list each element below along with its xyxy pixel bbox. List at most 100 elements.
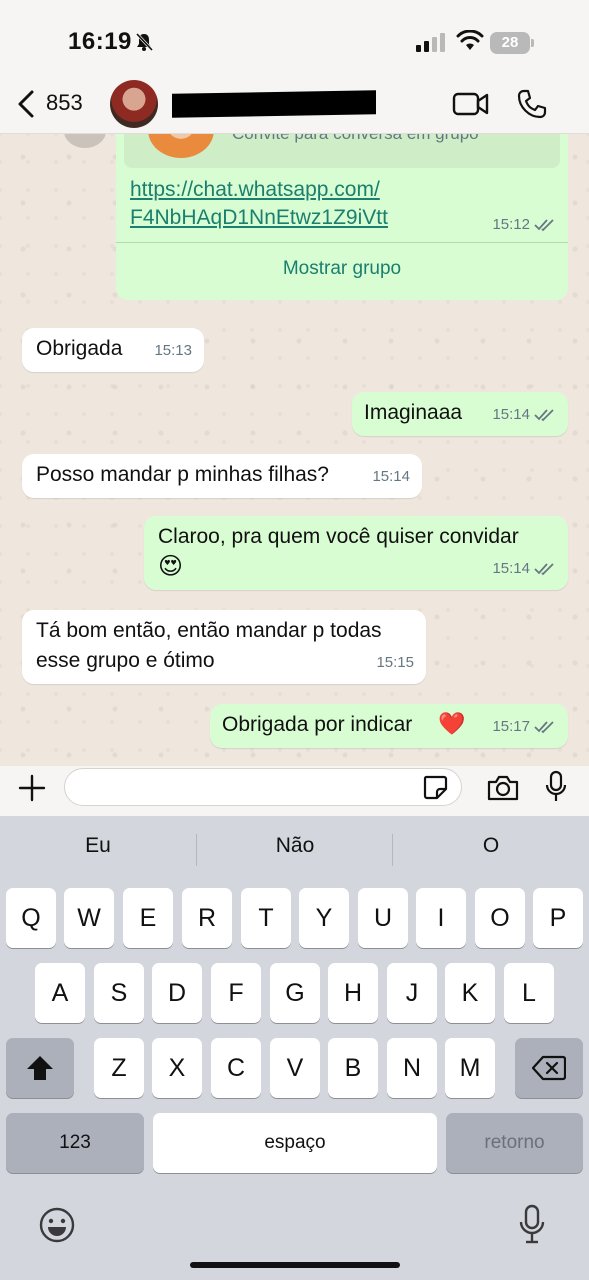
key-e[interactable]: E <box>123 888 173 948</box>
double-check-icon <box>534 409 554 422</box>
group-invite-card[interactable]: Convite para conversa em grupo https://c… <box>116 134 568 300</box>
group-invite-preview[interactable]: Convite para conversa em grupo <box>124 134 560 168</box>
camera-icon[interactable] <box>486 774 520 802</box>
key-i[interactable]: I <box>416 888 466 948</box>
key-v[interactable]: V <box>270 1038 320 1098</box>
double-check-icon <box>534 218 554 231</box>
key-d[interactable]: D <box>152 963 202 1023</box>
heart-eyes-emoji: 😍 <box>158 553 184 580</box>
keyboard: Eu Não O Q W E R T Y U I O P A S D F G H… <box>0 816 589 1280</box>
message-meta: 15:12 <box>492 216 556 233</box>
key-g[interactable]: G <box>270 963 320 1023</box>
shift-key[interactable] <box>6 1038 74 1098</box>
message-text: Obrigada por indicar <box>222 713 413 736</box>
redacted-contact-name[interactable] <box>172 90 376 118</box>
message-time: 15:12 <box>492 216 530 233</box>
link-line-1: https://chat.whatsapp.com/ <box>130 178 380 201</box>
chat-area[interactable]: Convite para conversa em grupo https://c… <box>0 134 589 766</box>
suggestion-3[interactable]: O <box>393 834 589 858</box>
key-f[interactable]: F <box>211 963 261 1023</box>
message-time: 15:14 <box>372 468 410 485</box>
plus-icon[interactable] <box>18 774 46 802</box>
phone-call-icon[interactable] <box>516 88 548 120</box>
message-time: 15:17 <box>492 718 530 735</box>
message-text-line-2: esse grupo e ótimo <box>36 649 215 672</box>
backspace-icon <box>531 1055 567 1081</box>
message-bubble-outgoing[interactable]: Imaginaaa 15:14 <box>352 392 568 436</box>
message-text: Posso mandar p minhas filhas? <box>36 463 329 486</box>
message-meta: 15:17 <box>492 712 556 742</box>
message-meta: 15:13 <box>154 336 192 366</box>
message-meta: 15:14 <box>492 400 556 430</box>
space-key[interactable]: espaço <box>153 1113 437 1173</box>
key-h[interactable]: H <box>328 963 378 1023</box>
unread-count[interactable]: 853 <box>46 90 83 116</box>
group-thumbnail <box>148 134 214 158</box>
sticker-icon[interactable] <box>422 774 448 800</box>
suggestion-1[interactable]: Eu <box>0 834 196 858</box>
message-text: Obrigada <box>36 337 123 360</box>
message-meta: 15:14 <box>372 462 410 492</box>
double-check-icon <box>534 563 554 576</box>
message-time: 15:14 <box>492 406 530 423</box>
emoji-icon[interactable] <box>38 1206 76 1244</box>
back-chevron-icon[interactable] <box>14 88 38 120</box>
heart-emoji: ❤️ <box>438 711 466 736</box>
key-m[interactable]: M <box>445 1038 495 1098</box>
key-u[interactable]: U <box>358 888 408 948</box>
message-bubble-outgoing[interactable]: Claroo, pra quem você quiser convidar 😍 … <box>144 516 568 590</box>
key-p[interactable]: P <box>533 888 583 948</box>
message-time: 15:14 <box>492 560 530 577</box>
key-c[interactable]: C <box>211 1038 261 1098</box>
status-time: 16:19 <box>68 28 132 55</box>
message-bubble-incoming[interactable]: Tá bom então, então mandar p todas esse … <box>22 610 426 684</box>
show-group-button[interactable]: Mostrar grupo <box>116 258 568 280</box>
microphone-icon[interactable] <box>544 770 568 804</box>
return-key[interactable]: retorno <box>446 1113 583 1173</box>
backspace-key[interactable] <box>515 1038 583 1098</box>
message-input[interactable] <box>64 768 462 806</box>
card-divider <box>116 242 568 243</box>
message-input-bar <box>0 766 589 816</box>
key-b[interactable]: B <box>328 1038 378 1098</box>
message-meta: 15:14 <box>492 554 556 584</box>
message-time: 15:13 <box>154 342 192 359</box>
key-w[interactable]: W <box>64 888 114 948</box>
suggestion-2[interactable]: Não <box>197 834 393 858</box>
message-bubble-outgoing[interactable]: Obrigada por indicar ❤️ 15:17 <box>210 704 568 748</box>
key-y[interactable]: Y <box>299 888 349 948</box>
key-z[interactable]: Z <box>94 1038 144 1098</box>
double-check-icon <box>534 721 554 734</box>
numbers-key[interactable]: 123 <box>6 1113 144 1173</box>
message-meta: 15:15 <box>376 648 414 678</box>
status-bar: 16:19 28 <box>0 0 589 72</box>
message-text-line-1: Tá bom então, então mandar p todas <box>36 619 382 642</box>
home-indicator[interactable] <box>190 1262 400 1268</box>
key-q[interactable]: Q <box>6 888 56 948</box>
message-bubble-incoming[interactable]: Obrigada 15:13 <box>22 328 204 372</box>
message-bubble-incoming[interactable]: Posso mandar p minhas filhas? 15:14 <box>22 454 422 498</box>
signal-icon <box>416 33 445 52</box>
message-text: Imaginaaa <box>364 401 463 424</box>
key-t[interactable]: T <box>241 888 291 948</box>
key-k[interactable]: K <box>445 963 495 1023</box>
mute-bell-icon <box>135 32 154 52</box>
key-x[interactable]: X <box>152 1038 202 1098</box>
key-r[interactable]: R <box>182 888 232 948</box>
wifi-icon <box>456 30 484 50</box>
video-call-icon[interactable] <box>452 90 490 118</box>
key-o[interactable]: O <box>475 888 525 948</box>
chat-header: 853 <box>0 72 589 134</box>
contact-avatar[interactable] <box>110 80 158 128</box>
battery-level: 28 <box>501 34 519 51</box>
dictation-mic-icon[interactable] <box>518 1204 546 1246</box>
key-s[interactable]: S <box>94 963 144 1023</box>
key-a[interactable]: A <box>35 963 85 1023</box>
message-text: Claroo, pra quem você quiser convidar <box>158 525 519 548</box>
key-j[interactable]: J <box>387 963 437 1023</box>
link-line-2: F4NbHAqD1NnEtwz1Z9iVtt <box>130 206 388 229</box>
key-n[interactable]: N <box>387 1038 437 1098</box>
group-invite-link[interactable]: https://chat.whatsapp.com/ F4NbHAqD1NnEt… <box>130 176 388 232</box>
group-sender-avatar <box>64 134 106 148</box>
key-l[interactable]: L <box>504 963 554 1023</box>
